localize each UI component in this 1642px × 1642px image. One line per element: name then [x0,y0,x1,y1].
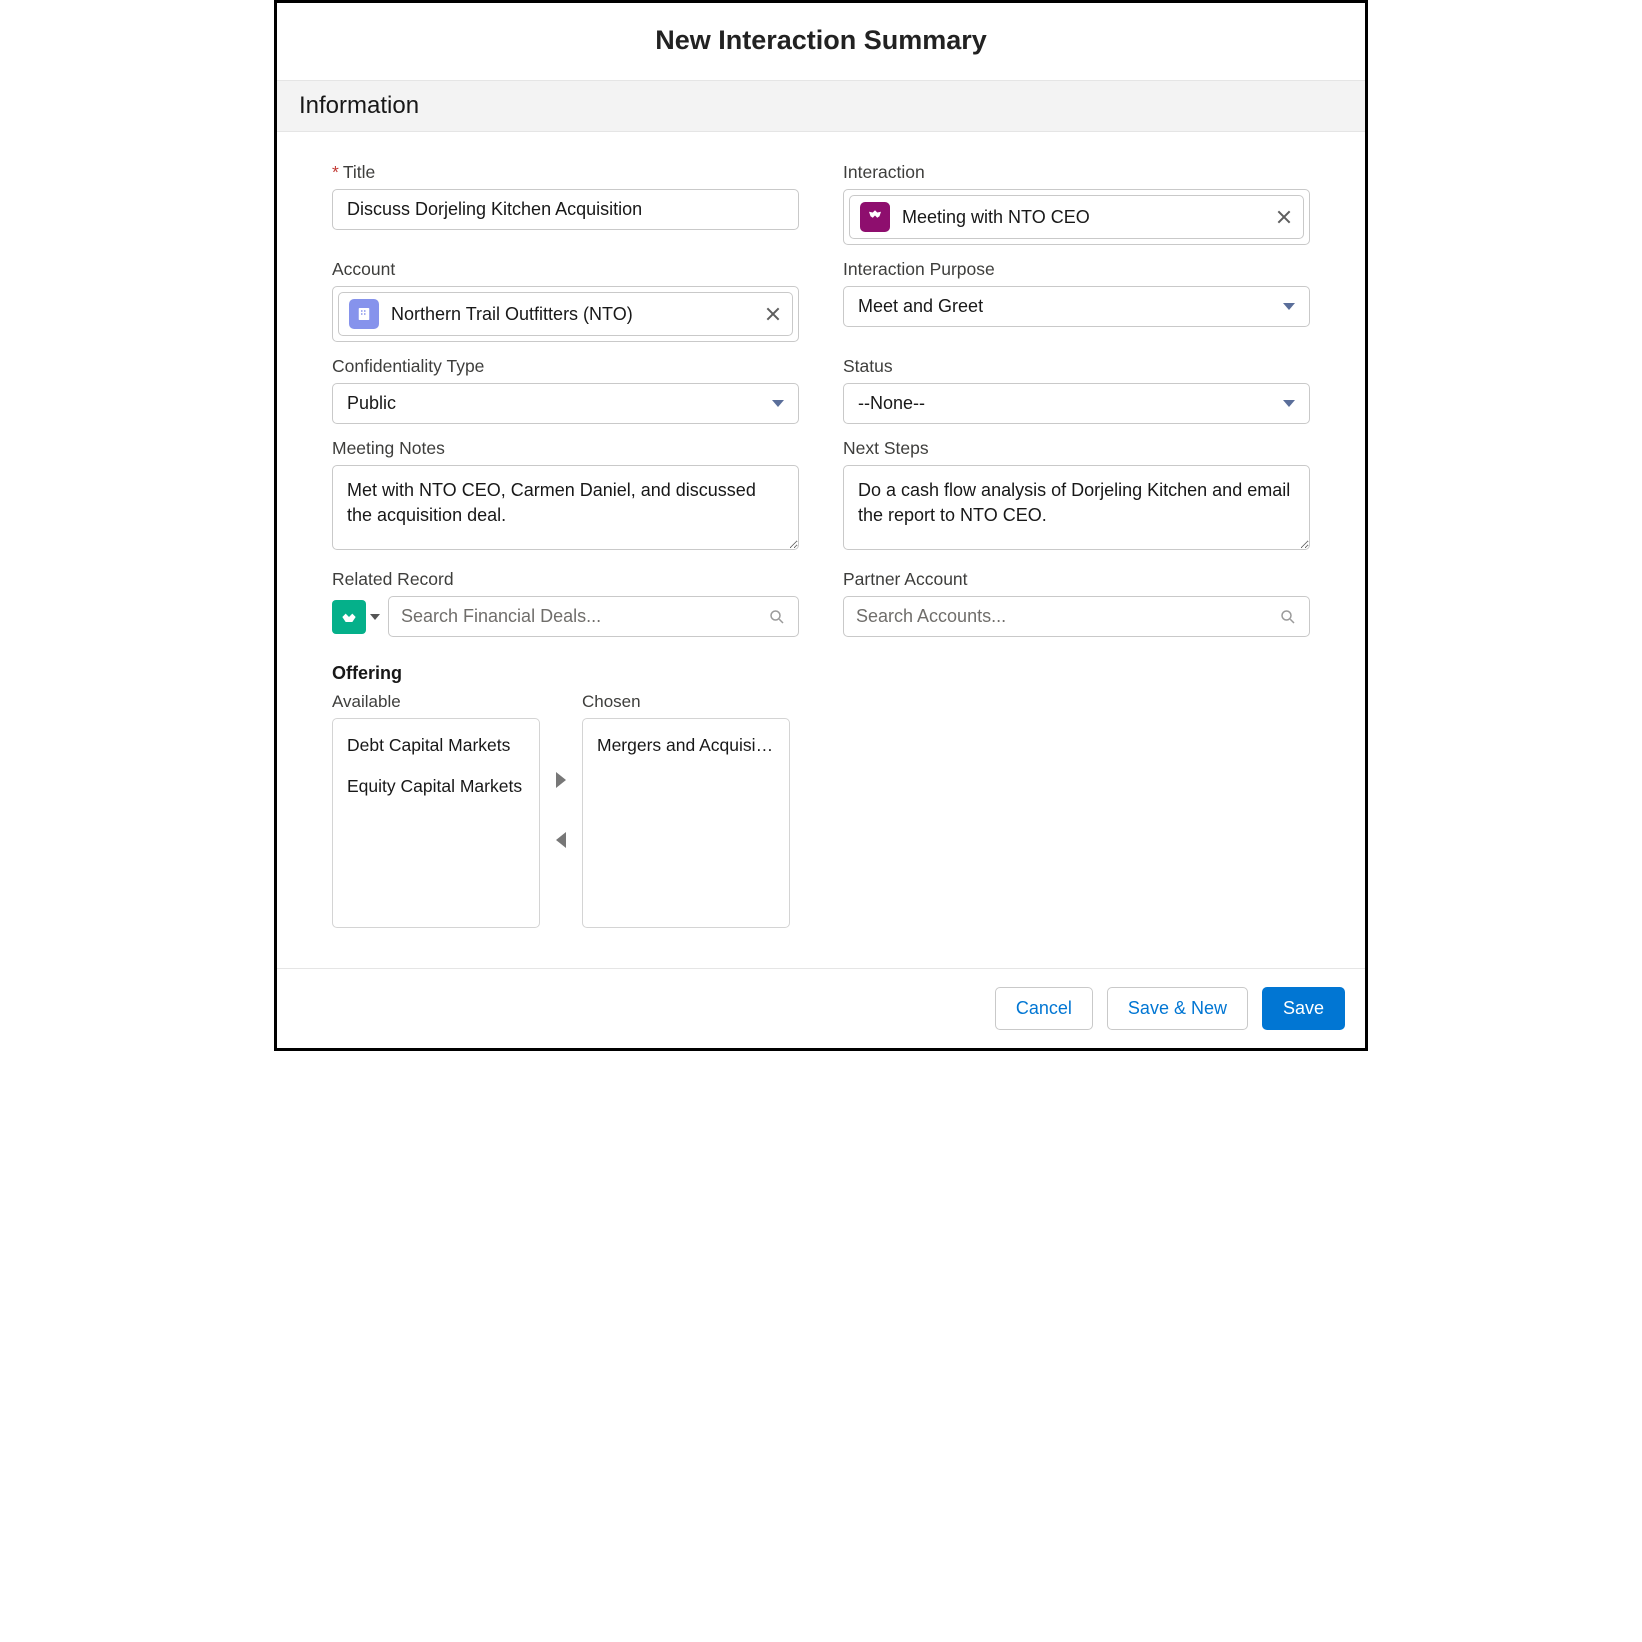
modal-title: New Interaction Summary [277,25,1365,56]
field-interaction: Interaction Meeting with NTO CEO [843,162,1310,245]
label-related-record: Related Record [332,569,799,590]
available-listbox[interactable]: Debt Capital Markets Equity Capital Mark… [332,718,540,928]
remove-interaction-icon[interactable] [1275,208,1293,226]
list-item[interactable]: Debt Capital Markets [333,725,539,766]
partner-account-lookup-input[interactable]: Search Accounts... [843,596,1310,637]
chosen-label: Chosen [582,692,790,712]
save-button[interactable]: Save [1262,987,1345,1030]
label-confidentiality-type: Confidentiality Type [332,356,799,377]
field-status: Status --None-- [843,356,1310,424]
label-status: Status [843,356,1310,377]
interaction-pill-text: Meeting with NTO CEO [902,207,1263,228]
move-left-button[interactable] [556,832,566,848]
interaction-lookup[interactable]: Meeting with NTO CEO [843,189,1310,245]
related-record-lookup-input[interactable]: Search Financial Deals... [388,596,799,637]
chevron-down-icon [1283,400,1295,407]
chevron-down-icon [772,400,784,407]
label-interaction-purpose: Interaction Purpose [843,259,1310,280]
label-account: Account [332,259,799,280]
field-confidentiality-type: Confidentiality Type Public [332,356,799,424]
cancel-button[interactable]: Cancel [995,987,1093,1030]
label-interaction: Interaction [843,162,1310,183]
label-title: *Title [332,162,799,183]
account-lookup[interactable]: Northern Trail Outfitters (NTO) [332,286,799,342]
offering-dual-listbox: Available Debt Capital Markets Equity Ca… [332,692,1310,928]
interaction-purpose-select[interactable]: Meet and Greet [843,286,1310,327]
chevron-down-icon [370,614,380,620]
field-account: Account Northern Trail Outfitters (NTO) [332,259,799,342]
search-icon [768,608,786,626]
search-icon [1279,608,1297,626]
label-partner-account: Partner Account [843,569,1310,590]
field-meeting-notes: Meeting Notes [332,438,799,555]
list-item[interactable]: Mergers and Acquisitions [583,725,789,766]
label-next-steps: Next Steps [843,438,1310,459]
available-label: Available [332,692,540,712]
chosen-listbox[interactable]: Mergers and Acquisitions [582,718,790,928]
move-right-button[interactable] [556,772,566,788]
field-partner-account: Partner Account Search Accounts... [843,569,1310,637]
modal-footer: Cancel Save & New Save [277,968,1365,1048]
handshake-icon [860,202,890,232]
field-related-record: Related Record Search Financial Deals... [332,569,799,637]
field-interaction-purpose: Interaction Purpose Meet and Greet [843,259,1310,327]
required-indicator: * [332,162,339,182]
meeting-notes-textarea[interactable] [332,465,799,550]
chevron-down-icon [1283,303,1295,310]
building-icon [349,299,379,329]
status-select[interactable]: --None-- [843,383,1310,424]
form-body: *Title Interaction Meeting with NTO CEO [277,132,1365,968]
label-meeting-notes: Meeting Notes [332,438,799,459]
modal-header: New Interaction Summary [277,3,1365,80]
field-title: *Title [332,162,799,230]
section-heading-information: Information [277,80,1365,132]
save-and-new-button[interactable]: Save & New [1107,987,1248,1030]
confidentiality-type-select[interactable]: Public [332,383,799,424]
modal-new-interaction-summary: New Interaction Summary Information *Tit… [274,0,1368,1051]
next-steps-textarea[interactable] [843,465,1310,550]
related-record-type-switcher[interactable] [332,596,388,637]
list-item[interactable]: Equity Capital Markets [333,766,539,807]
field-next-steps: Next Steps [843,438,1310,555]
remove-account-icon[interactable] [764,305,782,323]
offering-heading: Offering [332,663,1310,684]
account-pill-text: Northern Trail Outfitters (NTO) [391,304,752,325]
handshake-icon [332,600,366,634]
title-input[interactable] [332,189,799,230]
